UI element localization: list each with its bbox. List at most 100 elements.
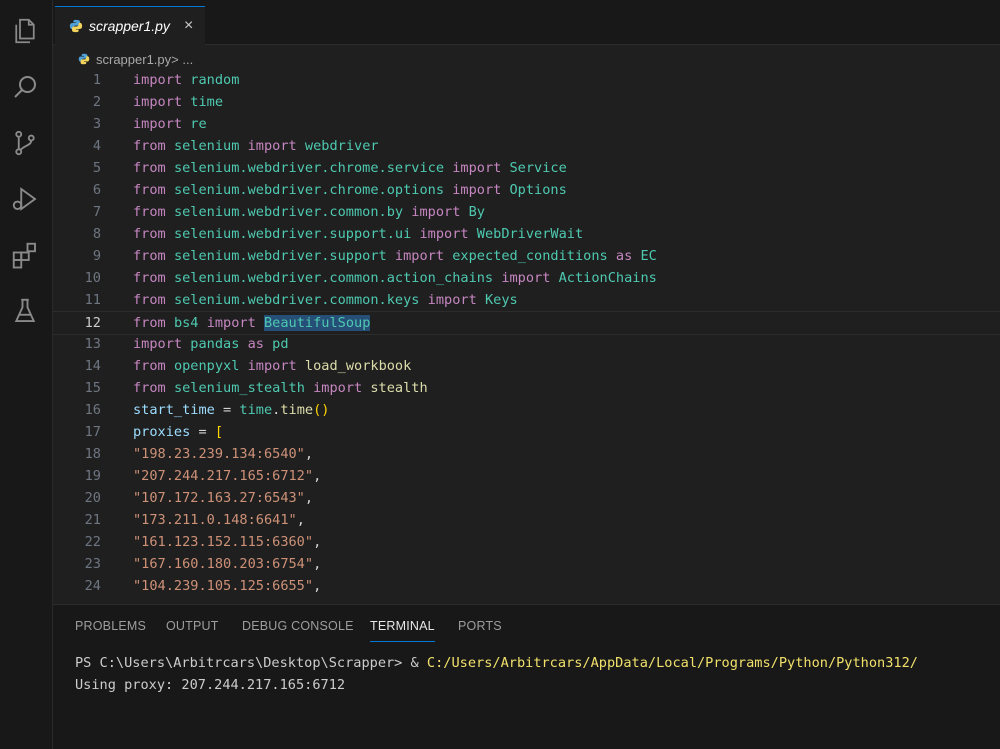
- code-token: load_workbook: [304, 358, 412, 374]
- python-file-icon: [78, 53, 90, 65]
- code-line-current: 12 from bs4 import BeautifulSoup: [53, 311, 1000, 335]
- activity-bar: [0, 0, 53, 749]
- code-line: 5 from selenium.webdriver.chrome.service …: [53, 157, 1000, 179]
- code-token: selenium.webdriver.support.ui: [173, 226, 412, 242]
- editor-tab-bar: scrapper1.py ×: [53, 0, 1000, 45]
- close-tab-icon[interactable]: ×: [184, 17, 193, 35]
- code-token: from: [133, 204, 166, 220]
- code-token: selenium: [173, 138, 240, 154]
- line-number: 17: [84, 424, 101, 440]
- code-token: random: [190, 72, 240, 88]
- explorer-icon[interactable]: [10, 16, 40, 46]
- breadcrumb-separator[interactable]: > ...: [171, 52, 193, 67]
- code-token: selenium.webdriver.support: [173, 248, 387, 264]
- code-line: 20 "107.172.163.27:6543",: [53, 487, 1000, 509]
- line-number: 21: [84, 512, 101, 528]
- code-line: 10 from selenium.webdriver.common.action_…: [53, 267, 1000, 289]
- code-line: 4 from selenium import webdriver: [53, 135, 1000, 157]
- line-number: 5: [92, 160, 101, 176]
- code-token: EC: [640, 248, 657, 264]
- code-line: 24 "104.239.105.125:6655",: [53, 575, 1000, 597]
- code-line: 16 start_time = time.time(): [53, 399, 1000, 421]
- code-token: import: [501, 270, 551, 286]
- code-token: from: [133, 248, 166, 264]
- line-number: 7: [92, 204, 101, 220]
- bottom-panel: PROBLEMS OUTPUT DEBUG CONSOLE TERMINAL P…: [53, 604, 1000, 749]
- code-token: ActionChains: [558, 270, 657, 286]
- code-token: re: [190, 116, 207, 132]
- code-token: ,: [313, 468, 322, 484]
- line-number: 10: [84, 270, 101, 286]
- run-debug-icon[interactable]: [10, 184, 40, 214]
- code-token: webdriver: [304, 138, 379, 154]
- code-token: from: [133, 358, 166, 374]
- code-token: import: [394, 248, 445, 264]
- line-number: 19: [84, 468, 101, 484]
- terminal-command-path: C:/Users/Arbitrcars/AppData/Local/Progra…: [426, 655, 918, 671]
- code-line: 19 "207.244.217.165:6712",: [53, 465, 1000, 487]
- code-line: 15 from selenium_stealth import stealth: [53, 377, 1000, 399]
- code-token: selenium.webdriver.common.keys: [173, 292, 420, 308]
- code-token: import: [247, 358, 297, 374]
- line-number: 14: [84, 358, 101, 374]
- code-token: selenium_stealth: [173, 380, 305, 396]
- code-token: import: [313, 380, 363, 396]
- selection-highlight: BeautifulSoup: [263, 315, 371, 331]
- line-number: 15: [84, 380, 101, 396]
- code-token: from: [133, 380, 166, 396]
- line-number: 1: [92, 72, 101, 88]
- code-token: selenium.webdriver.common.by: [173, 204, 404, 220]
- search-icon[interactable]: [10, 72, 40, 102]
- code-line: 22 "161.123.152.115:6360",: [53, 531, 1000, 553]
- terminal-prompt: PS C:\Users\Arbitrcars\Desktop\Scrapper>…: [75, 655, 427, 671]
- code-token: WebDriverWait: [476, 226, 584, 242]
- code-token: import: [133, 336, 183, 352]
- tab-scrapper1-py[interactable]: scrapper1.py ×: [55, 6, 205, 45]
- code-token: "173.211.0.148:6641": [133, 512, 297, 528]
- tab-problems[interactable]: PROBLEMS: [75, 619, 146, 633]
- code-token: ,: [304, 446, 314, 462]
- code-token: "167.160.180.203:6754": [133, 556, 314, 572]
- code-line: 6 from selenium.webdriver.chrome.options …: [53, 179, 1000, 201]
- line-number: 18: [84, 446, 101, 462]
- code-token: as: [247, 336, 264, 352]
- breadcrumb-file[interactable]: scrapper1.py: [96, 52, 171, 67]
- tab-label: scrapper1.py: [89, 18, 170, 34]
- code-token: import: [206, 315, 256, 331]
- code-line: 21 "173.211.0.148:6641",: [53, 509, 1000, 531]
- code-token: from: [133, 182, 166, 198]
- terminal-command-line[interactable]: PS C:\Users\Arbitrcars\Desktop\Scrapper>…: [75, 655, 918, 671]
- line-number: 3: [92, 116, 101, 132]
- line-number: 6: [92, 182, 101, 198]
- code-token: import: [452, 160, 502, 176]
- code-token: import: [133, 94, 183, 110]
- testing-icon[interactable]: [10, 296, 40, 326]
- source-control-icon[interactable]: [10, 128, 40, 158]
- code-token: import: [427, 292, 477, 308]
- code-token: [: [214, 424, 224, 440]
- tab-ports[interactable]: PORTS: [458, 619, 502, 633]
- tab-terminal[interactable]: TERMINAL: [370, 619, 435, 642]
- tab-debug-console[interactable]: DEBUG CONSOLE: [242, 619, 354, 633]
- code-line: 8 from selenium.webdriver.support.ui impo…: [53, 223, 1000, 245]
- code-token: ,: [296, 512, 305, 528]
- tab-output[interactable]: OUTPUT: [166, 619, 219, 633]
- code-token: import: [419, 226, 469, 242]
- code-editor[interactable]: 1 import random 2 import time 3 import re 4…: [53, 69, 1000, 604]
- terminal-output-line: Using proxy: 207.244.217.165:6712: [75, 677, 346, 693]
- line-number: 4: [92, 138, 101, 154]
- line-number: 12: [84, 315, 101, 331]
- code-token: openpyxl: [173, 358, 240, 374]
- code-line: 14 from openpyxl import load_workbook: [53, 355, 1000, 377]
- code-token: By: [468, 204, 485, 220]
- code-token: (): [313, 402, 330, 418]
- line-number: 11: [84, 292, 101, 308]
- code-token: =: [198, 424, 207, 440]
- line-number: 16: [84, 402, 101, 418]
- code-token: ,: [304, 490, 314, 506]
- code-token: selenium.webdriver.chrome.options: [173, 182, 445, 198]
- line-number: 8: [92, 226, 101, 242]
- code-token: "207.244.217.165:6712": [133, 468, 314, 484]
- line-number: 13: [84, 336, 101, 352]
- extensions-icon[interactable]: [10, 240, 40, 270]
